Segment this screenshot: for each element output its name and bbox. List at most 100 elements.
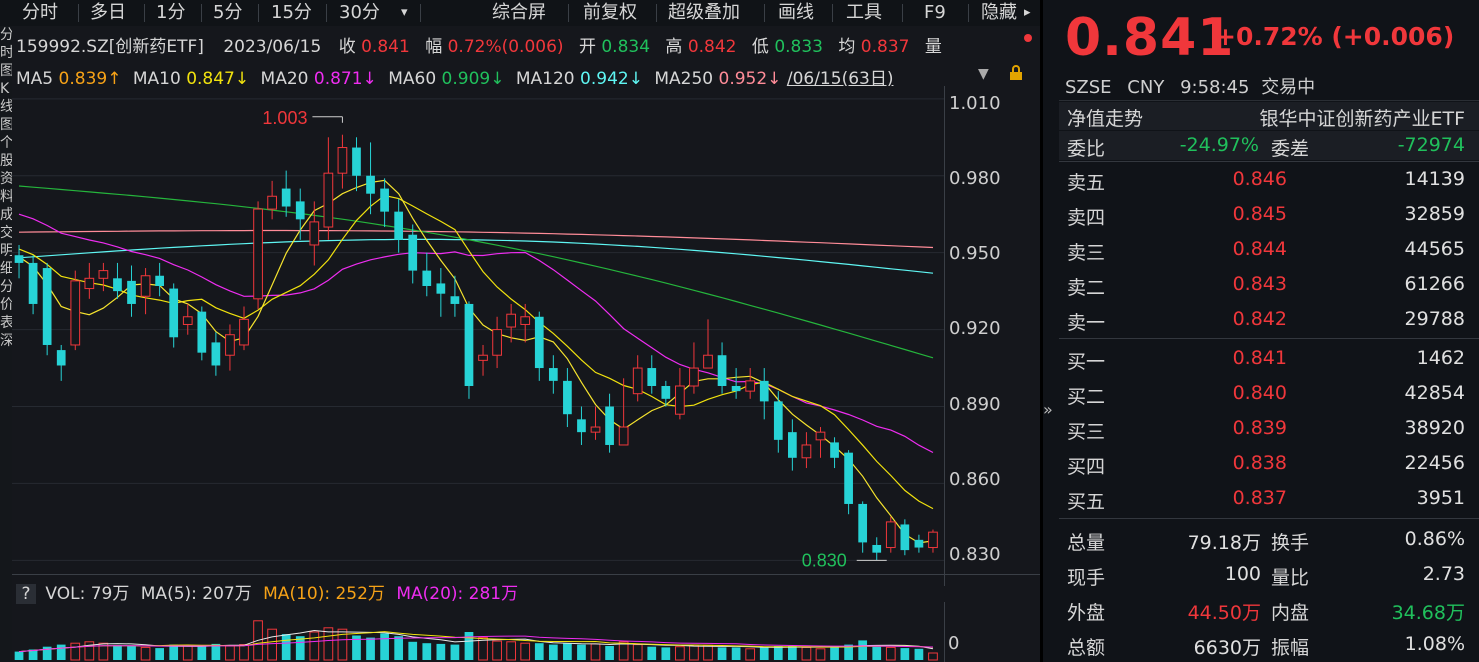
volume-bar bbox=[563, 643, 572, 660]
candle-body bbox=[618, 426, 629, 446]
order-price[interactable]: 0.838 bbox=[1193, 452, 1287, 474]
tab-multi-day[interactable]: 多日 bbox=[90, 0, 126, 26]
volume-bar bbox=[647, 646, 657, 660]
stat-value: 79.18万 bbox=[1187, 532, 1261, 554]
stat-label: 换手 bbox=[1271, 532, 1310, 554]
volume-bar bbox=[492, 640, 502, 661]
candle-body bbox=[127, 280, 136, 304]
order-level-label: 卖五 bbox=[1067, 172, 1106, 194]
volume-bar bbox=[323, 627, 334, 661]
candle-body bbox=[717, 355, 727, 386]
forward-adjust-button[interactable]: 前复权 bbox=[583, 0, 637, 26]
f9-button[interactable]: F9 bbox=[924, 0, 946, 26]
tick-label: 1.010 bbox=[949, 93, 1001, 114]
order-price[interactable]: 0.837 bbox=[1193, 487, 1287, 509]
candle-body bbox=[155, 275, 164, 286]
volume-plot[interactable] bbox=[12, 602, 944, 662]
draw-line-button[interactable]: 画线 bbox=[778, 0, 814, 26]
stat-value: 1.08% bbox=[1404, 633, 1465, 655]
volume-bar bbox=[830, 646, 839, 660]
candle-body bbox=[689, 367, 699, 387]
order-price[interactable]: 0.840 bbox=[1193, 382, 1287, 404]
candle-body bbox=[590, 426, 601, 433]
chevron-down-icon[interactable]: ▾ bbox=[401, 0, 408, 26]
volume-bar bbox=[267, 628, 277, 661]
volume-bar bbox=[140, 646, 151, 661]
order-price[interactable]: 0.839 bbox=[1193, 417, 1287, 439]
tab-5min[interactable]: 5分 bbox=[213, 0, 242, 26]
candle-body bbox=[14, 255, 24, 263]
candle-body bbox=[182, 316, 193, 325]
volume-bar bbox=[745, 648, 756, 661]
avg-value: 0.837 bbox=[860, 37, 910, 57]
volume-bar bbox=[394, 636, 404, 660]
tab-15min[interactable]: 15分 bbox=[271, 0, 312, 26]
side-tab-char: 分 bbox=[0, 27, 12, 43]
order-volume: 14139 bbox=[1404, 168, 1465, 190]
volume-bar bbox=[885, 646, 896, 661]
tools-button[interactable]: 工具 bbox=[846, 0, 882, 26]
price-axis: 1.010 0.980 0.950 0.920 0.890 0.860 0.83… bbox=[944, 86, 1041, 586]
side-tab-char: K bbox=[0, 81, 10, 97]
tick-label: 0.860 bbox=[949, 469, 1001, 490]
order-level-label: 卖四 bbox=[1067, 207, 1106, 229]
high-annotation: 1.003 bbox=[262, 108, 307, 128]
tab-30min[interactable]: 30分 bbox=[339, 0, 380, 26]
more-arrow-icon[interactable]: ▸ bbox=[1024, 0, 1031, 26]
order-level-label: 买二 bbox=[1067, 386, 1106, 408]
tick-label: 0.950 bbox=[949, 243, 1001, 264]
nav-trend-link[interactable]: 净值走势 bbox=[1067, 104, 1143, 131]
triangle-down-icon[interactable]: ▼ bbox=[978, 66, 989, 82]
composite-screen-button[interactable]: 综合屏 bbox=[492, 0, 546, 26]
quote-date: 2023/06/15 bbox=[223, 37, 322, 57]
volume-bar bbox=[900, 648, 910, 660]
volume-bar bbox=[520, 642, 531, 661]
volume-bar bbox=[914, 648, 924, 660]
volume-bar bbox=[225, 645, 235, 661]
stat-label: 总额 bbox=[1067, 637, 1106, 659]
ma10-line bbox=[18, 194, 934, 510]
volume-bar bbox=[618, 641, 629, 661]
order-level-label: 卖三 bbox=[1067, 242, 1106, 264]
side-tab-char: 成 bbox=[0, 207, 12, 223]
kline-chart-panel[interactable]: 159992.SZ[创新药ETF] 2023/06/15 收 0.841 幅 0… bbox=[12, 26, 1040, 662]
tab-1min[interactable]: 1分 bbox=[156, 0, 185, 26]
candle-body bbox=[914, 539, 924, 548]
candle-body bbox=[900, 524, 910, 551]
volume-bar bbox=[928, 652, 938, 661]
open-value: 0.834 bbox=[601, 37, 651, 57]
left-side-tabs[interactable]: 分时图K线图个股资料成交明细分价表深 bbox=[0, 26, 12, 662]
tab-intraday[interactable]: 分时 bbox=[22, 0, 58, 26]
stat-value: 0.86% bbox=[1404, 528, 1465, 550]
volume-bar bbox=[632, 644, 643, 661]
order-price[interactable]: 0.844 bbox=[1193, 238, 1287, 260]
order-price[interactable]: 0.846 bbox=[1193, 168, 1287, 190]
lock-icon[interactable] bbox=[1009, 65, 1023, 80]
candle-body bbox=[197, 311, 207, 353]
range-value: 0.72%(0.006) bbox=[447, 37, 564, 57]
order-price[interactable]: 0.843 bbox=[1193, 273, 1287, 295]
candle-body bbox=[731, 386, 741, 392]
candle-body bbox=[436, 283, 446, 294]
order-level-label: 买四 bbox=[1067, 456, 1106, 478]
candle-body bbox=[169, 288, 179, 338]
volume-bar bbox=[169, 644, 179, 660]
weicha-value: -72974 bbox=[1397, 134, 1465, 156]
volume-bar bbox=[70, 642, 81, 661]
hide-button[interactable]: 隐藏 bbox=[981, 0, 1017, 26]
order-price[interactable]: 0.841 bbox=[1193, 347, 1287, 369]
last-price: 0.841 bbox=[1065, 8, 1235, 68]
candle-body bbox=[788, 432, 797, 458]
super-overlay-button[interactable]: 超级叠加 bbox=[668, 0, 740, 26]
order-price[interactable]: 0.842 bbox=[1193, 308, 1287, 330]
candle-body bbox=[253, 208, 263, 300]
collapse-icon[interactable]: » bbox=[1043, 400, 1053, 419]
order-price[interactable]: 0.845 bbox=[1193, 203, 1287, 225]
stat-value: 34.68万 bbox=[1391, 602, 1465, 624]
stat-label: 外盘 bbox=[1067, 602, 1106, 624]
help-button[interactable]: ? bbox=[16, 584, 36, 604]
volume-bar bbox=[577, 644, 586, 660]
order-level-label: 买一 bbox=[1067, 351, 1106, 373]
candle-body bbox=[337, 147, 348, 174]
candlestick-plot[interactable]: 1.003 0.830 bbox=[12, 86, 944, 586]
